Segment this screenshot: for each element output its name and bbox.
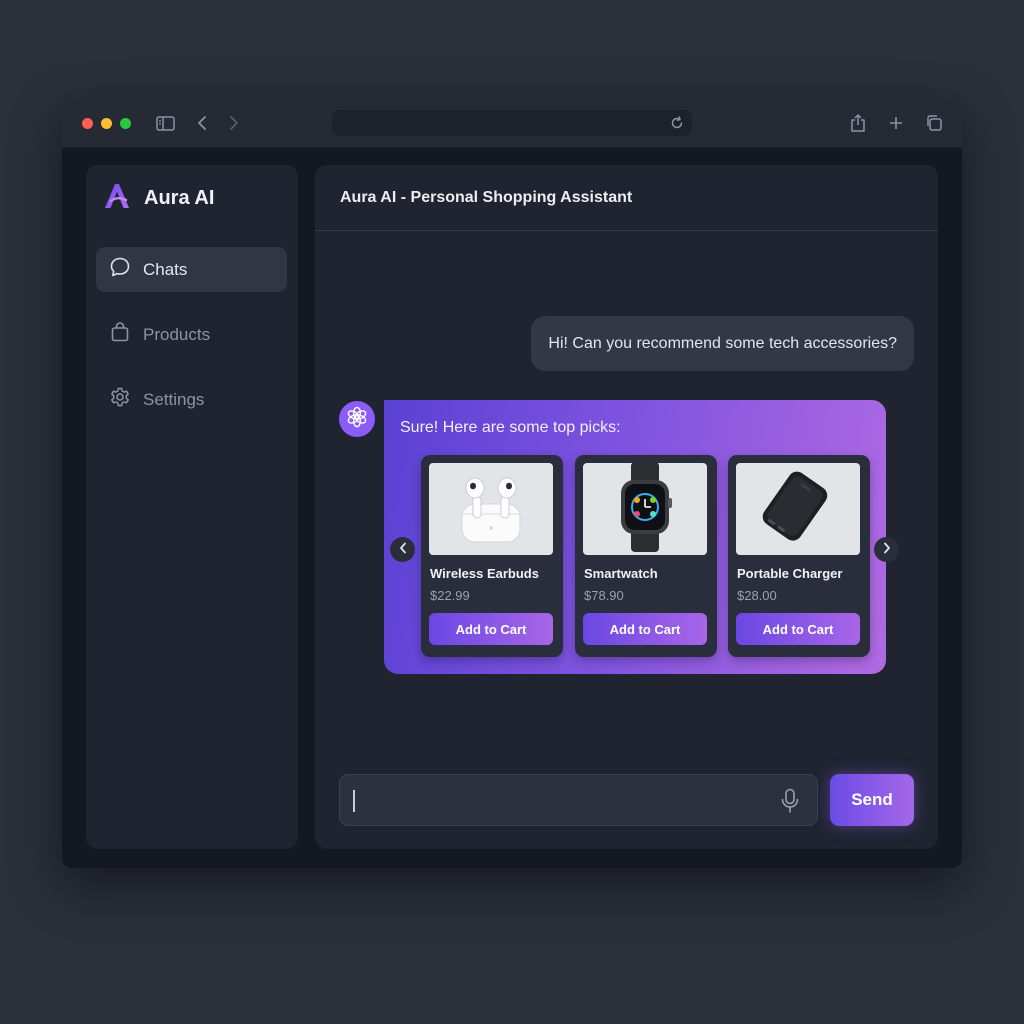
app-content: Aura AI Chats Products Settings Aura AI … [62, 148, 962, 868]
brand-name: Aura AI [144, 186, 215, 209]
sidebar-item-label: Settings [143, 389, 205, 409]
chevron-right-icon [883, 541, 891, 559]
browser-toolbar [62, 99, 962, 148]
sidebar-item-label: Chats [143, 259, 188, 279]
send-button[interactable]: Send [830, 774, 914, 826]
address-bar[interactable] [332, 110, 692, 136]
sidebar-item-settings[interactable]: Settings [96, 377, 287, 422]
share-icon[interactable] [849, 112, 867, 134]
product-price: $78.90 [584, 588, 624, 603]
product-name: Wireless Earbuds [430, 566, 539, 581]
smartwatch-icon [605, 463, 685, 555]
new-tab-icon[interactable] [887, 114, 905, 132]
maximize-window-button[interactable] [120, 118, 131, 129]
sidebar-item-label: Products [143, 324, 211, 344]
product-card[interactable]: Smartwatch $78.90 Add to Cart [575, 455, 717, 657]
add-to-cart-button[interactable]: Add to Cart [429, 613, 553, 645]
browser-window: Aura AI Chats Products Settings Aura AI … [62, 99, 962, 868]
microphone-icon[interactable] [780, 788, 800, 819]
carousel-prev-button[interactable] [390, 537, 415, 562]
sidebar-item-chats[interactable]: Chats [96, 247, 287, 292]
sidebar: Aura AI Chats Products Settings [86, 165, 298, 849]
minimize-window-button[interactable] [101, 118, 112, 129]
forward-icon[interactable] [227, 113, 241, 133]
message-composer [339, 774, 818, 826]
gear-icon [109, 386, 131, 413]
product-image [429, 463, 553, 555]
add-to-cart-button[interactable]: Add to Cart [736, 613, 860, 645]
shopping-bag-icon [109, 321, 131, 348]
chat-header: Aura AI - Personal Shopping Assistant [315, 165, 938, 231]
close-window-button[interactable] [82, 118, 93, 129]
add-to-cart-button[interactable]: Add to Cart [583, 613, 707, 645]
carousel-next-button[interactable] [874, 537, 899, 562]
product-price: $22.99 [430, 588, 470, 603]
page-title: Aura AI - Personal Shopping Assistant [340, 188, 633, 206]
ai-knot-icon [345, 405, 369, 434]
reload-icon[interactable] [669, 115, 685, 131]
user-message: Hi! Can you recommend some tech accessor… [531, 316, 914, 371]
brand: Aura AI [102, 183, 214, 213]
bot-message-text: Sure! Here are some top picks: [400, 419, 621, 436]
bot-message: Sure! Here are some top picks: Wireless … [384, 400, 886, 674]
chevron-left-icon [399, 541, 407, 559]
bot-avatar [339, 401, 375, 437]
tabs-overview-icon[interactable] [924, 113, 944, 133]
product-card[interactable]: Portable Charger $28.00 Add to Cart [728, 455, 870, 657]
earbuds-icon [451, 468, 531, 551]
chat-panel: Aura AI - Personal Shopping Assistant Hi… [315, 165, 938, 849]
message-input[interactable] [354, 785, 764, 815]
aura-logo-icon [102, 181, 132, 216]
power-bank-icon [753, 467, 843, 552]
chat-bubble-icon [109, 256, 131, 283]
product-name: Portable Charger [737, 566, 843, 581]
back-icon[interactable] [195, 113, 209, 133]
product-card[interactable]: Wireless Earbuds $22.99 Add to Cart [421, 455, 563, 657]
product-image [583, 463, 707, 555]
sidebar-toggle-icon[interactable] [154, 114, 176, 132]
product-name: Smartwatch [584, 566, 658, 581]
product-image [736, 463, 860, 555]
product-price: $28.00 [737, 588, 777, 603]
sidebar-item-products[interactable]: Products [96, 312, 287, 357]
